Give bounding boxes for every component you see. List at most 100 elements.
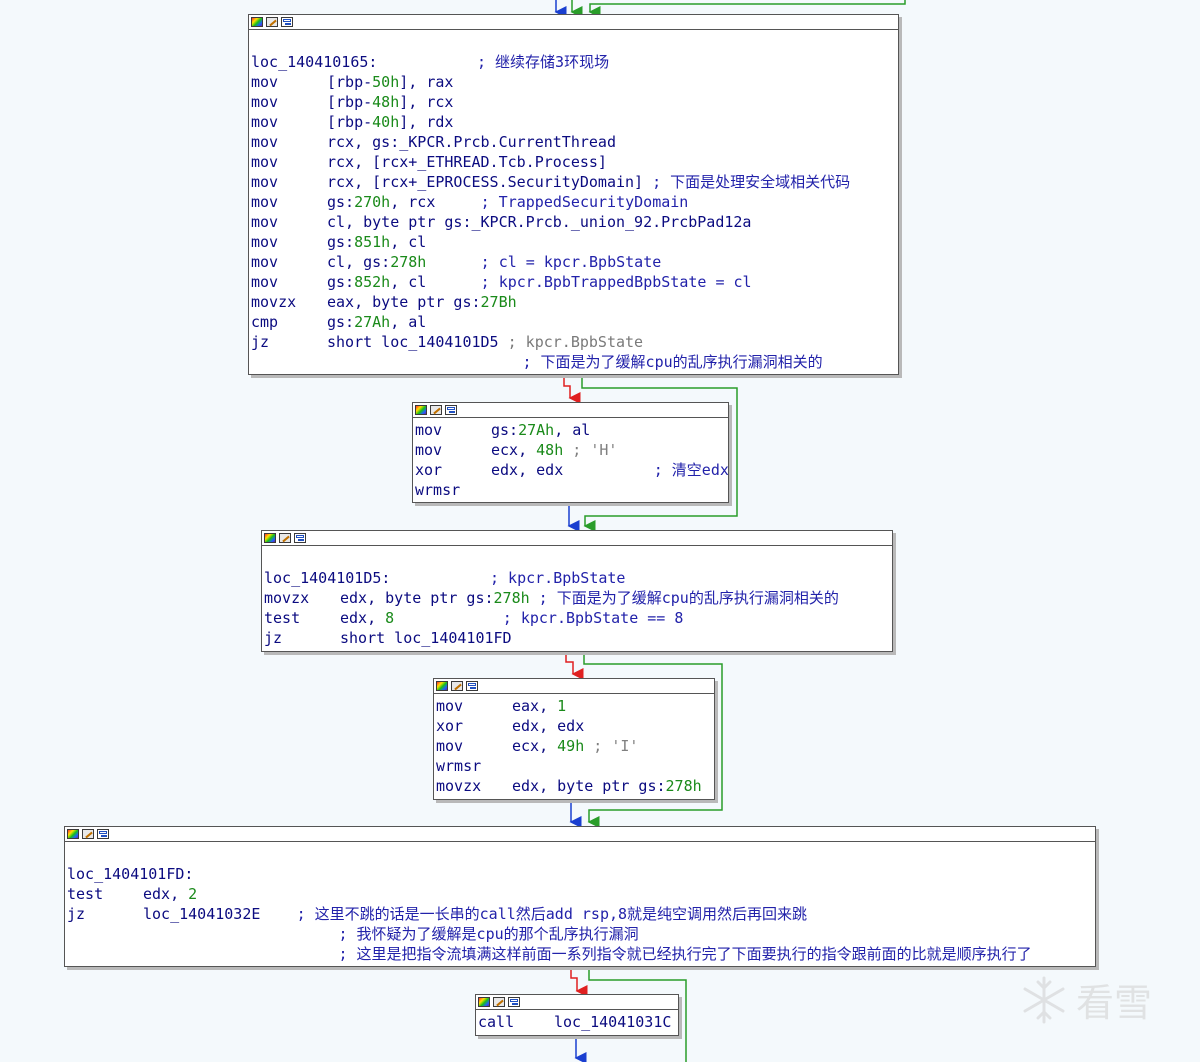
operand[interactable]: edx, byte ptr gs: xyxy=(512,776,666,796)
group-nodes-icon[interactable] xyxy=(97,829,109,839)
rename-icon[interactable] xyxy=(279,533,291,543)
operand[interactable]: loc_14041032E xyxy=(143,904,260,924)
color-picker-icon[interactable] xyxy=(478,997,490,1007)
operand-number[interactable]: 49h xyxy=(557,736,584,756)
code-label-line[interactable]: loc_1404101FD: xyxy=(67,864,1093,884)
operand-number[interactable]: 852h xyxy=(354,272,390,292)
color-picker-icon[interactable] xyxy=(264,533,276,543)
group-nodes-icon[interactable] xyxy=(294,533,306,543)
operand[interactable]: ], rcx xyxy=(399,92,453,112)
operand[interactable]: edx, xyxy=(340,608,385,628)
operand-number[interactable]: 270h xyxy=(354,192,390,212)
instruction-line[interactable]: cmp gs:27Ah, al xyxy=(251,312,896,332)
instruction-line[interactable]: jz short loc_1404101D5 ; kpcr.BpbState xyxy=(251,332,896,352)
operand[interactable]: , cl xyxy=(390,232,426,252)
instruction-line[interactable]: mov rcx, [rcx+_ETHREAD.Tcb.Process] xyxy=(251,152,896,172)
instruction-line[interactable]: movzx edx, byte ptr gs:278h xyxy=(436,776,712,796)
comment-line[interactable]: ; 下面是为了缓解cpu的乱序执行漏洞相关的 xyxy=(251,352,896,372)
instruction-line[interactable]: mov ecx, 49h ; 'I' xyxy=(436,736,712,756)
code-block-loc-1404101d5[interactable]: loc_1404101D5: ; kpcr.BpbState movzx edx, b… xyxy=(261,530,893,652)
color-picker-icon[interactable] xyxy=(67,829,79,839)
instruction-line[interactable]: mov [rbp-40h], rdx xyxy=(251,112,896,132)
operand[interactable]: , al xyxy=(390,312,426,332)
operand[interactable]: ecx, xyxy=(512,736,557,756)
instruction-line[interactable]: mov cl, gs:278h ; cl = kpcr.BpbState xyxy=(251,252,896,272)
operand[interactable]: ], rdx xyxy=(399,112,453,132)
comment-line[interactable]: ; 我怀疑为了缓解是cpu的那个乱序执行漏洞 xyxy=(67,924,1093,944)
color-picker-icon[interactable] xyxy=(436,681,448,691)
instruction-line[interactable]: mov cl, byte ptr gs:_KPCR.Prcb._union_92.… xyxy=(251,212,896,232)
operand-number[interactable]: 278h xyxy=(494,588,530,608)
code-label-line[interactable]: loc_140410165: ; 继续存储3环现场 xyxy=(251,52,896,72)
comment-line[interactable] xyxy=(264,548,890,568)
instruction-line[interactable]: xor edx, edx ; 清空edx xyxy=(415,460,728,480)
instruction-line[interactable]: mov [rbp-48h], rcx xyxy=(251,92,896,112)
operand[interactable]: rcx, gs:_KPCR.Prcb.CurrentThread xyxy=(327,132,616,152)
address-label[interactable]: loc_1404101D5: xyxy=(264,568,390,588)
operand-number[interactable]: 1 xyxy=(557,696,566,716)
operand[interactable]: , al xyxy=(554,420,590,440)
operand[interactable]: edx, xyxy=(143,884,188,904)
operand[interactable]: gs: xyxy=(491,420,518,440)
operand[interactable]: gs: xyxy=(327,232,354,252)
operand[interactable]: short loc_1404101FD xyxy=(340,628,512,648)
operand[interactable]: eax, byte ptr gs: xyxy=(327,292,481,312)
operand[interactable]: , cl xyxy=(390,272,426,292)
code-block-loc-1404101fd[interactable]: loc_1404101FD: test edx, 2 jz loc_14041032E;… xyxy=(64,826,1096,967)
address-label[interactable]: loc_1404101FD: xyxy=(67,864,193,884)
operand-number[interactable]: 851h xyxy=(354,232,390,252)
comment-line[interactable] xyxy=(67,844,1093,864)
operand-number[interactable]: 50h xyxy=(372,72,399,92)
comment-line[interactable] xyxy=(251,32,896,52)
operand[interactable]: ], rax xyxy=(399,72,453,92)
instruction-line[interactable]: mov gs:852h, cl ; kpcr.BpbTrappedBpbState … xyxy=(251,272,896,292)
operand-number[interactable]: 278h xyxy=(390,252,426,272)
operand[interactable]: edx, edx xyxy=(491,460,563,480)
group-nodes-icon[interactable] xyxy=(466,681,478,691)
instruction-line[interactable]: wrmsr xyxy=(415,480,726,500)
operand-number[interactable]: 2 xyxy=(188,884,197,904)
operand[interactable]: short loc_1404101D5 xyxy=(327,332,499,352)
instruction-line[interactable]: mov gs:270h, rcx ; TrappedSecurityDomain xyxy=(251,192,896,212)
operand[interactable]: gs: xyxy=(327,312,354,332)
instruction-line[interactable]: mov rcx, [rcx+_EPROCESS.SecurityDomain] ;… xyxy=(251,172,896,192)
operand[interactable]: [rbp- xyxy=(327,92,372,112)
operand[interactable]: rcx, [rcx+_EPROCESS.SecurityDomain] xyxy=(327,172,643,192)
address-label[interactable]: loc_140410165: xyxy=(251,52,377,72)
operand[interactable]: , rcx xyxy=(390,192,435,212)
operand[interactable]: rcx, [rcx+_ETHREAD.Tcb.Process] xyxy=(327,152,607,172)
code-block-wrmsr-48[interactable]: mov gs:27Ah, al mov ecx, 48h ; 'H' xor edx, e… xyxy=(412,402,729,503)
operand-number[interactable]: 8 xyxy=(385,608,394,628)
instruction-line[interactable]: xor edx, edx xyxy=(436,716,712,736)
color-picker-icon[interactable] xyxy=(415,405,427,415)
operand[interactable]: eax, xyxy=(512,696,557,716)
instruction-line[interactable]: mov gs:851h, cl xyxy=(251,232,896,252)
instruction-line[interactable]: jz loc_14041032E ; 这里不跳的话是一长串的call然后add rs… xyxy=(67,904,1093,924)
operand-number[interactable]: 278h xyxy=(666,776,702,796)
code-label-line[interactable]: loc_1404101D5: ; kpcr.BpbState xyxy=(264,568,890,588)
rename-icon[interactable] xyxy=(266,17,278,27)
operand-number[interactable]: 27Bh xyxy=(481,292,517,312)
group-nodes-icon[interactable] xyxy=(281,17,293,27)
instruction-line[interactable]: test edx, 8 ; kpcr.BpbState == 8 xyxy=(264,608,890,628)
instruction-line[interactable]: jz short loc_1404101FD xyxy=(264,628,890,648)
instruction-line[interactable]: mov gs:27Ah, al xyxy=(415,420,726,440)
group-nodes-icon[interactable] xyxy=(508,997,520,1007)
operand[interactable]: edx, byte ptr gs: xyxy=(340,588,494,608)
instruction-line[interactable]: mov rcx, gs:_KPCR.Prcb.CurrentThread xyxy=(251,132,896,152)
instruction-line[interactable]: mov ecx, 48h ; 'H' xyxy=(415,440,726,460)
rename-icon[interactable] xyxy=(451,681,463,691)
operand-number[interactable]: 27Ah xyxy=(354,312,390,332)
color-picker-icon[interactable] xyxy=(251,17,263,27)
code-block-loc-140410165[interactable]: loc_140410165: ; 继续存储3环现场 mov [rbp-50h], ra… xyxy=(248,14,899,375)
instruction-line[interactable]: movzx edx, byte ptr gs:278h ; 下面是为了缓解cpu的… xyxy=(264,588,890,608)
operand[interactable]: cl, byte ptr gs:_KPCR.Prcb._union_92.Prc… xyxy=(327,212,751,232)
instruction-line[interactable]: mov [rbp-50h], rax xyxy=(251,72,896,92)
operand[interactable]: gs: xyxy=(327,272,354,292)
code-block-wrmsr-49[interactable]: mov eax, 1 xor edx, edx mov ecx, 49h ; 'I' wrm… xyxy=(433,678,715,800)
operand-number[interactable]: 48h xyxy=(372,92,399,112)
operand[interactable]: ecx, xyxy=(491,440,536,460)
instruction-line[interactable]: mov eax, 1 xyxy=(436,696,712,716)
operand-number[interactable]: 40h xyxy=(372,112,399,132)
operand[interactable]: edx, edx xyxy=(512,716,584,736)
